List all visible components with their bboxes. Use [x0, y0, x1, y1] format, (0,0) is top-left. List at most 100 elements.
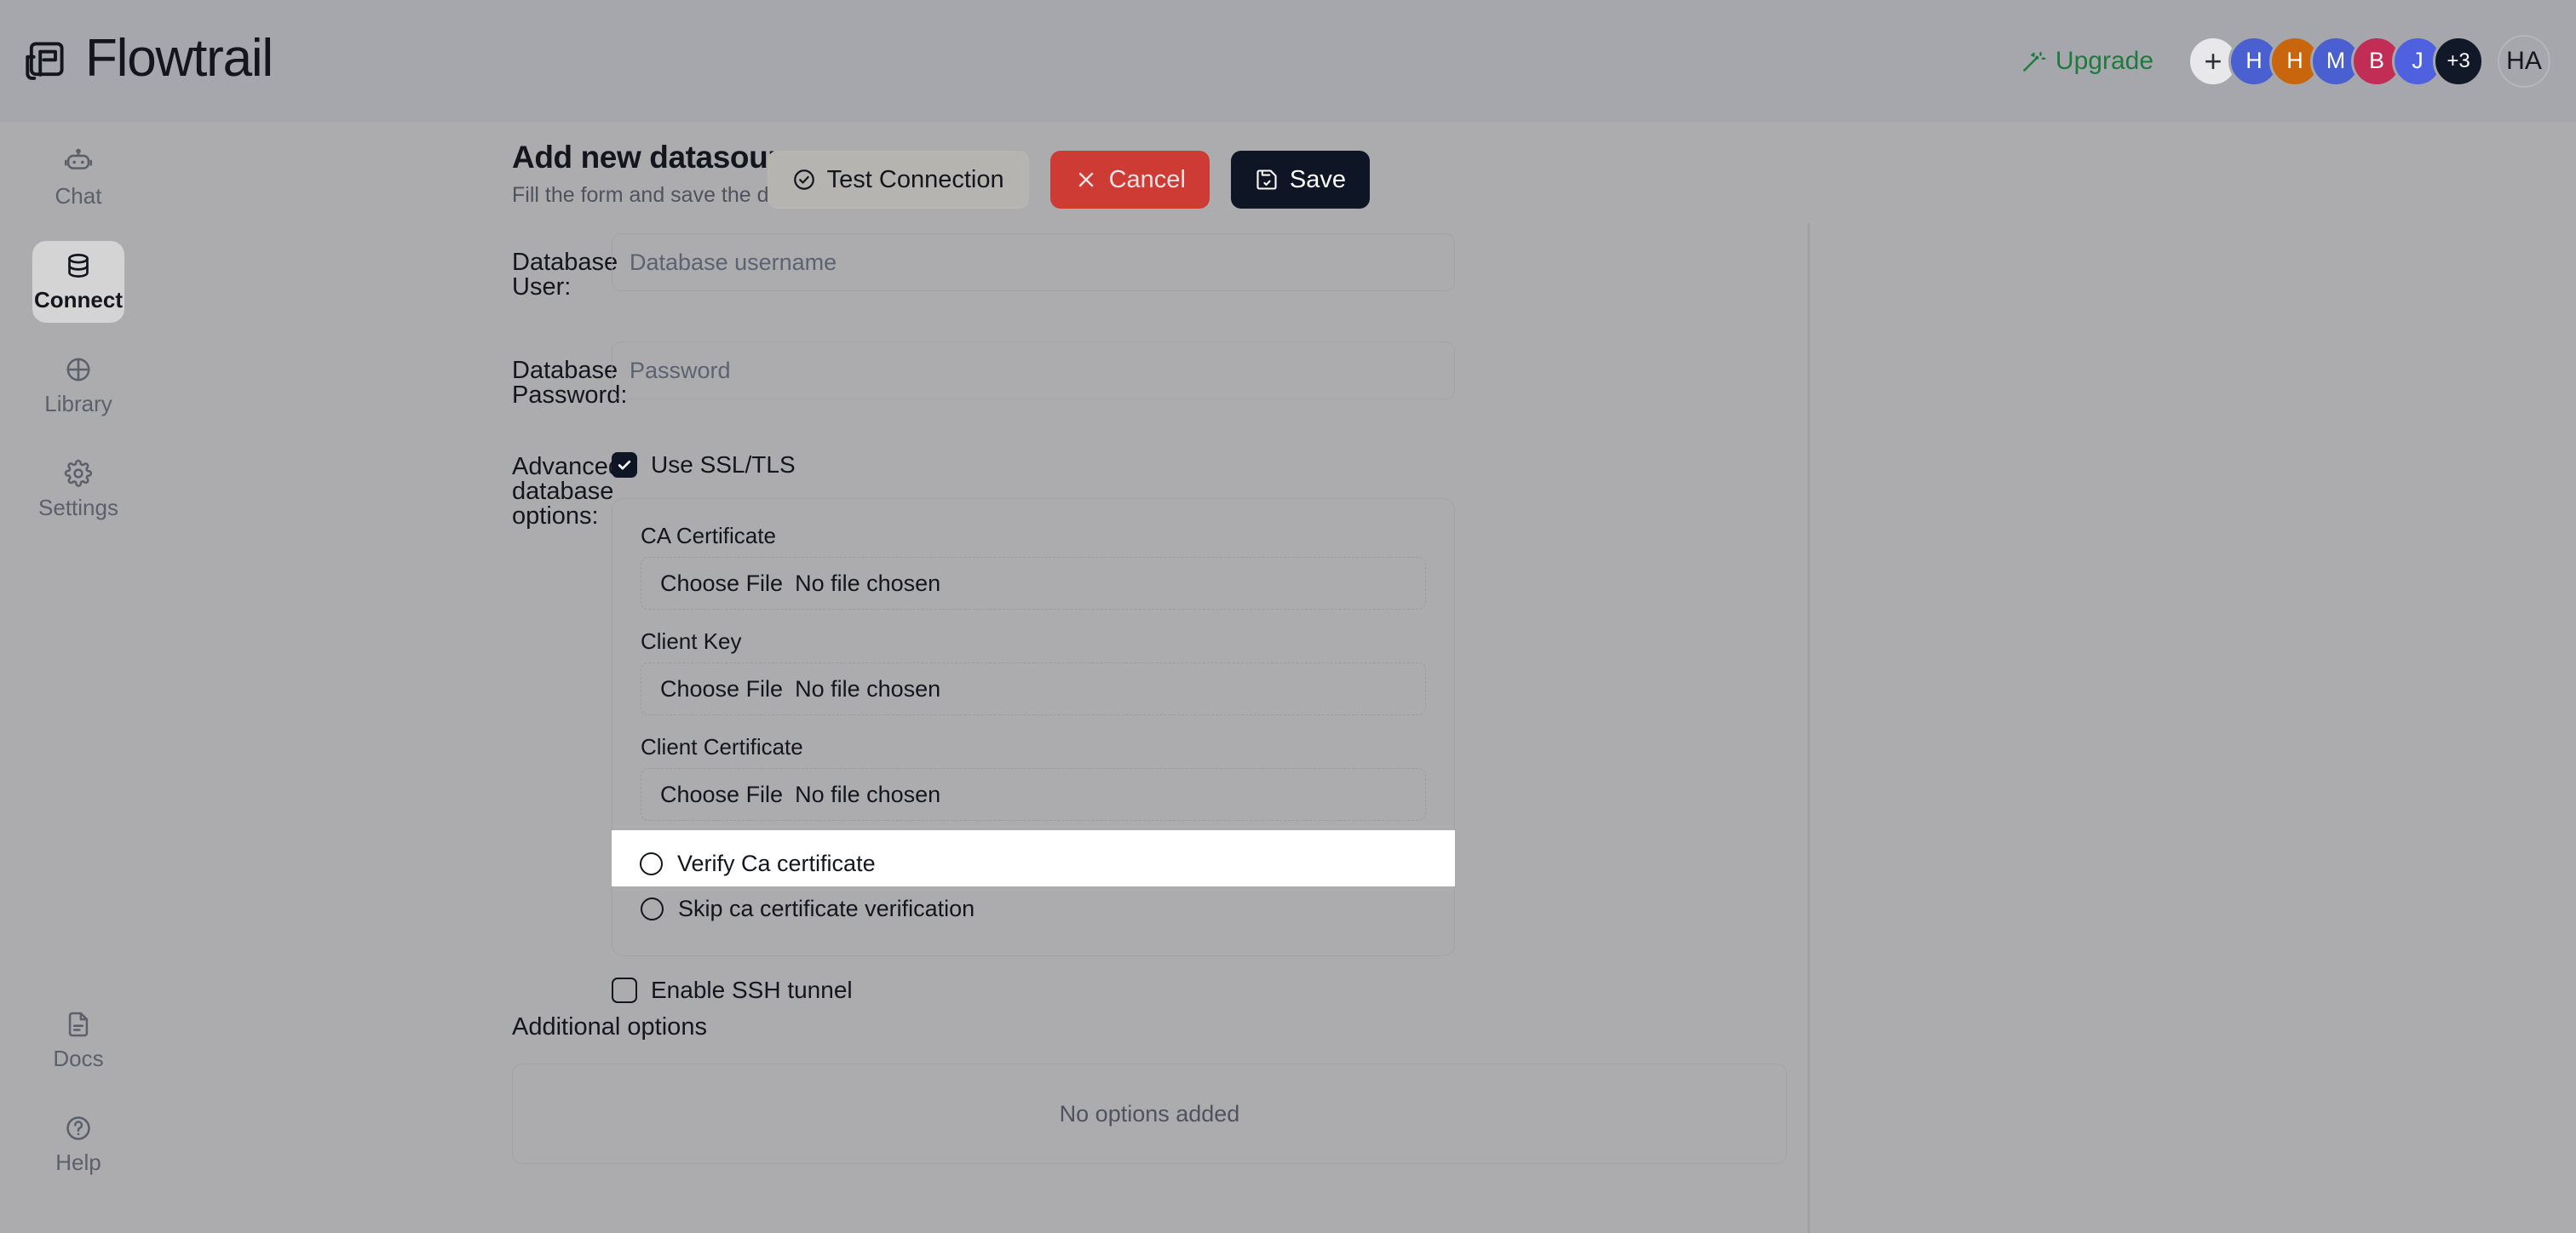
avatar-overflow-label: +3	[2447, 49, 2470, 72]
save-label: Save	[1289, 165, 1346, 193]
database-user-label: Database User:	[512, 249, 618, 301]
choose-file-button[interactable]: Choose File	[660, 571, 783, 597]
radio-verify-ca-certificate[interactable]: Verify Ca certificate	[612, 830, 1455, 886]
upgrade-label: Upgrade	[2055, 46, 2153, 75]
document-icon	[68, 1012, 89, 1037]
check-circle-icon	[793, 169, 814, 190]
additional-options-title: Additional options	[512, 1013, 707, 1041]
enable-ssh-tunnel-row[interactable]: Enable SSH tunnel	[612, 978, 1787, 1003]
avatar-initial: H	[2245, 48, 2263, 73]
radio-skip-ca-verification[interactable]: Skip ca certificate verification	[612, 886, 1454, 932]
upgrade-button[interactable]: Upgrade	[2021, 47, 2153, 76]
advanced-options-field: Use SSL/TLS CA Certificate Choose File N…	[612, 452, 1808, 956]
client-key-file-input[interactable]: Choose File No file chosen	[641, 662, 1426, 715]
file-status-text: No file chosen	[795, 781, 941, 807]
save-disk-icon	[1256, 169, 1277, 190]
sidebar-item-library[interactable]: Library	[32, 345, 124, 427]
additional-options-section: Additional options No options added	[169, 1015, 1808, 1164]
database-icon	[68, 254, 89, 278]
file-status-text: No file chosen	[795, 675, 941, 702]
client-certificate-label: Client Certificate	[641, 734, 803, 760]
database-password-label: Database Password:	[512, 357, 628, 409]
client-certificate-file-input[interactable]: Choose File No file chosen	[641, 768, 1426, 821]
user-account-avatar[interactable]: HA	[2498, 34, 2550, 88]
cancel-button[interactable]: Cancel	[1049, 151, 1210, 209]
magic-wand-icon	[2023, 51, 2046, 72]
ssl-options-panel: CA Certificate Choose File No file chose…	[612, 498, 1455, 956]
ca-certificate-label: CA Certificate	[641, 523, 776, 548]
database-user-input[interactable]	[612, 233, 1455, 291]
brand-name: Flowtrail	[85, 28, 273, 88]
field-row-database-password: Database Password:	[169, 341, 1808, 408]
top-bar: Flowtrail Upgrade + H H M B J +3 HA	[0, 0, 2576, 122]
sidebar: Chat Connect Library Settings Docs Help	[0, 122, 157, 1233]
sidebar-item-help[interactable]: Help	[32, 1104, 124, 1185]
database-password-field	[612, 341, 1808, 399]
field-row-database-user: Database User:	[169, 233, 1808, 300]
database-password-input[interactable]	[612, 341, 1455, 399]
radio-button[interactable]	[640, 852, 663, 875]
database-user-field	[612, 233, 1808, 291]
avatar-overflow[interactable]: +3	[2433, 35, 2484, 87]
flowtrail-logo-icon	[26, 41, 64, 80]
test-connection-button[interactable]: Test Connection	[767, 151, 1029, 209]
sidebar-item-label: Settings	[38, 495, 118, 520]
test-connection-label: Test Connection	[826, 165, 1004, 193]
ca-certificate-file-input[interactable]: Choose File No file chosen	[641, 557, 1426, 610]
right-rail	[1809, 223, 2576, 1233]
use-ssl-tls-row[interactable]: Use SSL/TLS	[612, 452, 1787, 478]
sidebar-item-label: Help	[55, 1150, 101, 1175]
sidebar-item-chat[interactable]: Chat	[32, 137, 124, 219]
library-icon	[66, 358, 90, 381]
page-header: Add new datasource Fill the form and sav…	[169, 123, 2576, 223]
additional-options-empty-text: No options added	[1059, 1100, 1240, 1127]
gear-icon	[64, 459, 93, 487]
robot-icon	[64, 148, 93, 169]
radio-label: Skip ca certificate verification	[678, 896, 975, 921]
field-row-advanced-options: Advanced database options: Use SSL/TLS C…	[169, 452, 1808, 956]
radio-button[interactable]	[641, 898, 664, 920]
use-ssl-tls-label: Use SSL/TLS	[651, 451, 796, 478]
form-scroll-area[interactable]: Database User: Database Password: Advanc…	[169, 223, 2576, 1233]
avatar-initial: M	[2326, 48, 2346, 73]
add-member-label: +	[2204, 43, 2222, 78]
enable-ssh-tunnel-label: Enable SSH tunnel	[651, 977, 853, 1003]
ca-verification-radio-group: Verify Ca certificate Skip ca certificat…	[612, 830, 1455, 932]
file-status-text: No file chosen	[795, 570, 941, 596]
avatar-initial: B	[2368, 48, 2384, 73]
checkmark-icon	[618, 460, 631, 470]
question-circle-icon	[66, 1116, 90, 1140]
avatar-initial: J	[2412, 48, 2424, 73]
sidebar-item-docs[interactable]: Docs	[32, 1000, 124, 1081]
file-group-client-key: Client Key Choose File No file chosen	[612, 630, 1454, 715]
choose-file-button[interactable]: Choose File	[660, 782, 783, 808]
enable-ssh-tunnel-checkbox[interactable]	[612, 978, 637, 1003]
topbar-actions: Upgrade + H H M B J +3 HA	[2021, 0, 2576, 122]
brand[interactable]: Flowtrail	[0, 32, 273, 90]
save-button[interactable]: Save	[1230, 151, 1370, 209]
avatar-initial: H	[2286, 48, 2303, 73]
client-key-label: Client Key	[641, 628, 742, 654]
file-group-ca-certificate: CA Certificate Choose File No file chose…	[612, 525, 1454, 610]
header-actions: Test Connection Cancel Save	[767, 151, 1370, 209]
additional-options-box[interactable]: No options added	[512, 1064, 1787, 1164]
field-row-ssh-tunnel: Enable SSH tunnel	[169, 978, 1808, 1003]
sidebar-item-label: Chat	[55, 183, 102, 209]
cancel-label: Cancel	[1108, 165, 1186, 193]
member-avatar-stack: + H H M B J +3	[2188, 35, 2484, 87]
sidebar-item-connect[interactable]: Connect	[32, 241, 124, 323]
main-panel: Add new datasource Fill the form and sav…	[169, 123, 2576, 1233]
radio-label: Verify Ca certificate	[677, 851, 876, 876]
ssh-tunnel-field: Enable SSH tunnel	[612, 978, 1808, 1003]
form-column: Database User: Database Password: Advanc…	[169, 223, 1809, 1233]
choose-file-button[interactable]: Choose File	[660, 676, 783, 703]
advanced-options-label: Advanced database options:	[512, 453, 622, 530]
sidebar-item-settings[interactable]: Settings	[32, 449, 124, 530]
sidebar-item-label: Library	[44, 391, 112, 416]
sidebar-item-label: Connect	[34, 287, 123, 313]
use-ssl-tls-checkbox[interactable]	[612, 452, 637, 478]
file-group-client-certificate: Client Certificate Choose File No file c…	[612, 736, 1454, 821]
close-x-icon	[1078, 172, 1093, 187]
sidebar-item-label: Docs	[53, 1046, 104, 1071]
user-initials: HA	[2506, 46, 2542, 75]
